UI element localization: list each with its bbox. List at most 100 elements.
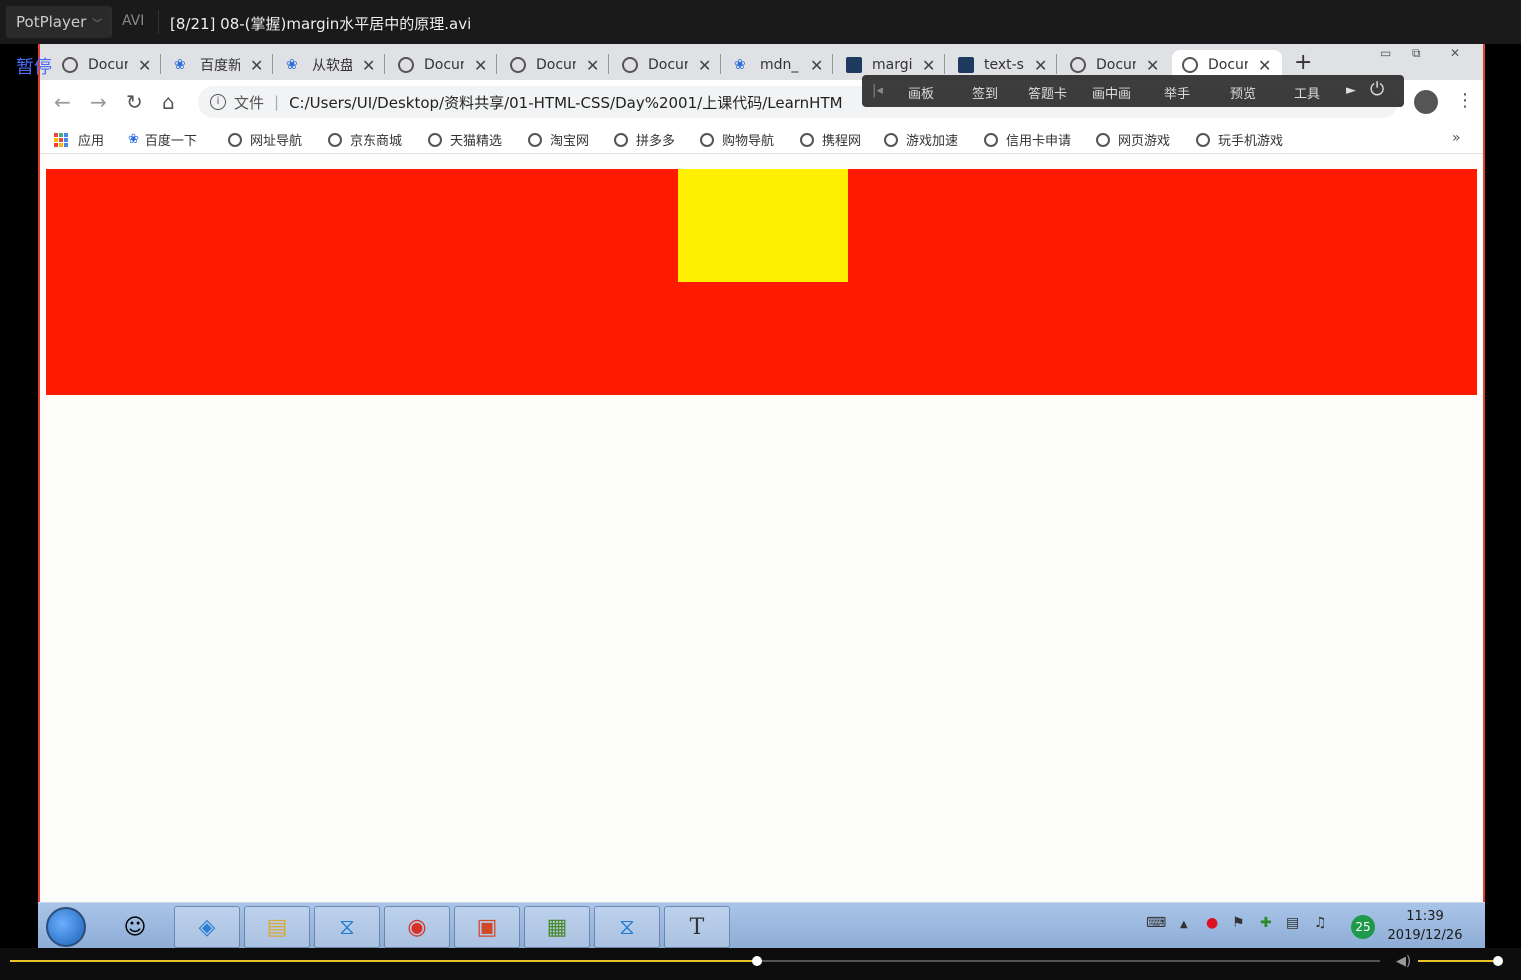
tab-item[interactable]: ❀ mdn_ ✕ xyxy=(734,50,823,80)
close-icon[interactable]: ✕ xyxy=(922,56,935,75)
tab-item[interactable]: Docur ✕ xyxy=(510,50,599,80)
close-icon[interactable]: ✕ xyxy=(1258,56,1271,75)
globe-icon xyxy=(1096,132,1110,147)
close-icon[interactable]: ✕ xyxy=(250,56,263,75)
baidu-paw-icon: ❀ xyxy=(286,57,298,73)
record-icon[interactable]: ● xyxy=(1206,915,1218,931)
close-icon[interactable]: ✕ xyxy=(1034,56,1047,75)
vscode-icon[interactable]: ⧖ xyxy=(314,906,380,948)
player-menu-button[interactable]: PotPlayer ﹀ xyxy=(6,6,113,38)
tab-item[interactable]: Docur ✕ xyxy=(622,50,711,80)
close-icon[interactable]: ✕ xyxy=(474,56,487,75)
globe-icon xyxy=(700,132,714,147)
tab-item[interactable]: ❀ 百度新 ✕ xyxy=(174,50,263,80)
divider xyxy=(496,54,497,74)
minimize-icon[interactable]: ▭ xyxy=(1380,46,1391,60)
video-letterbox-right xyxy=(1485,44,1521,902)
overlay-item[interactable]: 工具 xyxy=(1294,83,1320,102)
player-controls: ◀) xyxy=(0,948,1521,980)
flag-icon[interactable]: ⚑ xyxy=(1232,915,1245,931)
overlay-item[interactable]: 答题卡 xyxy=(1028,83,1067,102)
new-tab-button[interactable]: + xyxy=(1294,50,1312,75)
overlay-item[interactable]: 签到 xyxy=(972,83,998,102)
keyboard-icon[interactable]: ⌨ xyxy=(1146,915,1166,931)
close-icon[interactable]: ✕ xyxy=(362,56,375,75)
bookmark-item[interactable]: 天猫精选 xyxy=(428,130,502,149)
bookmark-item[interactable]: 玩手机游戏 xyxy=(1196,130,1283,149)
protocol-label: 文件 xyxy=(234,93,265,112)
typora-icon[interactable]: T xyxy=(664,906,730,948)
reload-icon[interactable]: ↻ xyxy=(126,90,143,114)
bookmark-item[interactable]: 拼多多 xyxy=(614,130,675,149)
bookmark-apps[interactable]: 应用 xyxy=(54,130,104,149)
bookmark-label: 游戏加速 xyxy=(906,134,959,149)
bookmark-item[interactable]: 淘宝网 xyxy=(528,130,589,149)
profile-avatar-icon[interactable] xyxy=(1414,90,1438,114)
vscode-icon[interactable]: ⧖ xyxy=(594,906,660,948)
folder-icon[interactable]: ▤ xyxy=(244,906,310,948)
arrow-right-icon[interactable]: ► xyxy=(1346,83,1356,98)
overlay-item[interactable]: 画板 xyxy=(908,83,934,102)
close-icon[interactable]: ✕ xyxy=(1146,56,1159,75)
bookmark-item[interactable]: 网址导航 xyxy=(228,130,302,149)
volume-slider[interactable] xyxy=(1418,960,1500,962)
bookmark-item[interactable]: 京东商城 xyxy=(328,130,402,149)
seek-bar[interactable] xyxy=(10,956,1380,966)
bookmark-item[interactable]: 购物导航 xyxy=(700,130,774,149)
close-icon[interactable]: ✕ xyxy=(138,56,151,75)
system-clock[interactable]: 11:39 2019/12/26 xyxy=(1384,907,1466,945)
notepad-icon[interactable]: ▦ xyxy=(524,906,590,948)
bookmarks-overflow-icon[interactable]: » xyxy=(1452,130,1461,146)
close-icon[interactable]: ✕ xyxy=(698,56,711,75)
volume-icon[interactable]: ◀) xyxy=(1396,954,1411,969)
tab-label: Docur xyxy=(1208,57,1248,73)
bookmark-item[interactable]: 信用卡申请 xyxy=(984,130,1071,149)
overlay-item[interactable]: 举手 xyxy=(1164,83,1190,102)
bookmark-item[interactable]: ❀ 百度一下 xyxy=(128,130,197,149)
tray-badge[interactable]: 25 xyxy=(1351,915,1375,939)
powerpoint-icon[interactable]: ▣ xyxy=(454,906,520,948)
bookmark-label: 网址导航 xyxy=(250,134,303,149)
overlay-item[interactable]: 画中画 xyxy=(1092,83,1131,102)
tab-item[interactable]: Docur ✕ xyxy=(398,50,487,80)
close-icon[interactable]: ✕ xyxy=(810,56,823,75)
globe-icon xyxy=(510,57,526,73)
bookmark-item[interactable]: 网页游戏 xyxy=(1096,130,1170,149)
close-icon[interactable]: ✕ xyxy=(586,56,599,75)
video-file-title: [8/21] 08-(掌握)margin水平居中的原理.avi xyxy=(170,15,472,33)
start-orb-icon[interactable] xyxy=(46,907,86,947)
info-icon[interactable]: i xyxy=(210,94,226,110)
tab-label: mdn_ xyxy=(760,57,799,73)
globe-icon xyxy=(1182,57,1198,73)
bookmark-item[interactable]: 游戏加速 xyxy=(884,130,958,149)
update-icon[interactable]: ✚ xyxy=(1260,915,1272,931)
tab-item[interactable]: ❀ 从软盘 ✕ xyxy=(286,50,375,80)
volume-handle[interactable] xyxy=(1493,956,1503,966)
bookmark-item[interactable]: 携程网 xyxy=(800,130,861,149)
globe-icon xyxy=(398,57,414,73)
divider xyxy=(110,10,111,34)
seek-handle[interactable] xyxy=(751,956,762,966)
tab-item[interactable]: Docur ✕ xyxy=(62,50,151,80)
forward-icon[interactable]: → xyxy=(90,90,107,114)
overlay-item[interactable]: 预览 xyxy=(1230,83,1256,102)
home-icon[interactable]: ⌂ xyxy=(162,90,175,114)
close-window-icon[interactable]: ✕ xyxy=(1450,46,1460,60)
power-icon[interactable]: ⏻ xyxy=(1370,79,1384,100)
network-icon[interactable]: ▤ xyxy=(1286,915,1299,931)
divider xyxy=(384,54,385,74)
back-icon[interactable]: ← xyxy=(54,90,71,114)
tray-expand-icon[interactable]: ▲ xyxy=(1180,919,1188,930)
maximize-icon[interactable]: ⧉ xyxy=(1412,46,1421,61)
speaker-mute-icon[interactable]: ♫ xyxy=(1314,915,1327,931)
player-title-bar: PotPlayer ﹀ AVI [8/21] 08-(掌握)margin水平居中… xyxy=(0,0,1521,44)
player-name: PotPlayer xyxy=(16,13,87,31)
bookmark-label: 应用 xyxy=(78,134,105,149)
chrome-icon[interactable]: ◉ xyxy=(384,906,450,948)
app-diamond-icon[interactable]: ◈ xyxy=(174,906,240,948)
collapse-icon[interactable]: |◂ xyxy=(872,83,883,98)
avatar-app-icon[interactable]: ☺ xyxy=(102,906,168,948)
globe-icon xyxy=(1196,132,1210,147)
menu-kebab-icon[interactable]: ⋮ xyxy=(1456,90,1474,111)
browser-window: Docur ✕ ❀ 百度新 ✕ ❀ 从软盘 ✕ Docur ✕ Docur ✕ xyxy=(38,44,1485,902)
